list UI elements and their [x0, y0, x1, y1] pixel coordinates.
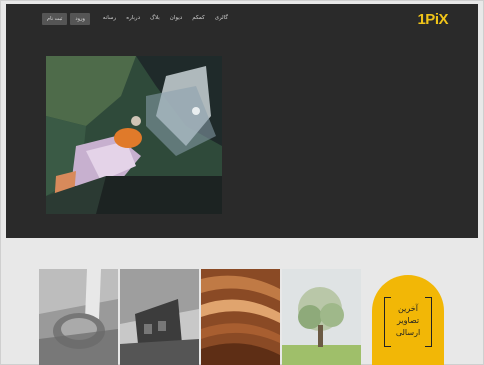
- thumbnail-tree[interactable]: [282, 269, 361, 365]
- nav-item-help[interactable]: کمکم: [192, 15, 205, 21]
- tree-photo: [282, 269, 361, 365]
- site-logo[interactable]: 1PiX: [417, 11, 448, 28]
- badge-line-3: ارسالی: [395, 328, 421, 337]
- thumbnail-tree-stump[interactable]: [39, 269, 118, 365]
- auth-buttons: ثبت نام ورود: [42, 13, 90, 25]
- badge-frame: آخرین تصاویر ارسالی: [384, 297, 432, 347]
- featured-photo-image: [46, 56, 222, 214]
- hero-section: 1PiX گالری کمکم دیوان بلاگ درباره رسانه …: [6, 4, 478, 238]
- building-photo: [120, 269, 199, 365]
- wood-texture-photo: [201, 269, 280, 365]
- register-button[interactable]: ثبت نام: [42, 13, 68, 25]
- latest-photos-strip: [39, 269, 369, 365]
- main-nav: گالری کمکم دیوان بلاگ درباره رسانه: [103, 15, 228, 21]
- thumbnail-building[interactable]: [120, 269, 199, 365]
- nav-item-media[interactable]: رسانه: [103, 15, 116, 21]
- tree-stump-photo: [39, 269, 118, 365]
- nav-item-about[interactable]: درباره: [126, 15, 140, 21]
- nav-item-blog[interactable]: بلاگ: [150, 15, 160, 21]
- thumbnail-wood-texture[interactable]: [201, 269, 280, 365]
- nav-item-divan[interactable]: دیوان: [170, 15, 182, 21]
- badge-text: آخرین تصاویر ارسالی: [384, 303, 432, 339]
- site-header: 1PiX گالری کمکم دیوان بلاگ درباره رسانه …: [6, 4, 478, 34]
- login-button[interactable]: ورود: [70, 13, 90, 25]
- badge-line-1: آخرین: [398, 304, 418, 313]
- latest-submissions-badge[interactable]: آخرین تصاویر ارسالی: [372, 275, 444, 365]
- nav-item-gallery[interactable]: گالری: [215, 15, 228, 21]
- badge-line-2: تصاویر: [396, 316, 420, 325]
- featured-photo[interactable]: [46, 56, 222, 214]
